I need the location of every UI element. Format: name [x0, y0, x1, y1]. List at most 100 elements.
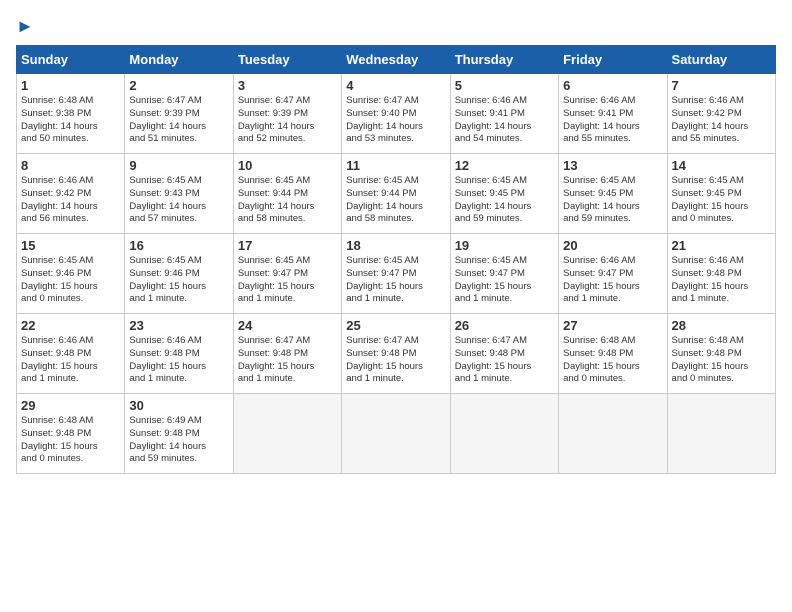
header-friday: Friday — [559, 46, 667, 74]
cell-details: Sunrise: 6:48 AM Sunset: 9:38 PM Dayligh… — [21, 95, 120, 146]
day-number: 23 — [129, 318, 228, 333]
calendar-cell — [233, 394, 341, 474]
day-number: 27 — [563, 318, 662, 333]
day-number: 18 — [346, 238, 445, 253]
header-row: SundayMondayTuesdayWednesdayThursdayFrid… — [17, 46, 776, 74]
cell-details: Sunrise: 6:45 AM Sunset: 9:47 PM Dayligh… — [238, 255, 337, 306]
cell-details: Sunrise: 6:47 AM Sunset: 9:48 PM Dayligh… — [238, 335, 337, 386]
day-number: 25 — [346, 318, 445, 333]
calendar-cell: 17 Sunrise: 6:45 AM Sunset: 9:47 PM Dayli… — [233, 234, 341, 314]
cell-details: Sunrise: 6:46 AM Sunset: 9:42 PM Dayligh… — [21, 175, 120, 226]
calendar-cell: 4 Sunrise: 6:47 AM Sunset: 9:40 PM Daylig… — [342, 74, 450, 154]
cell-details: Sunrise: 6:46 AM Sunset: 9:48 PM Dayligh… — [129, 335, 228, 386]
day-number: 4 — [346, 78, 445, 93]
week-row-3: 22 Sunrise: 6:46 AM Sunset: 9:48 PM Dayli… — [17, 314, 776, 394]
day-number: 20 — [563, 238, 662, 253]
calendar-cell: 26 Sunrise: 6:47 AM Sunset: 9:48 PM Dayli… — [450, 314, 558, 394]
page-header: ► — [16, 16, 776, 37]
cell-details: Sunrise: 6:45 AM Sunset: 9:46 PM Dayligh… — [129, 255, 228, 306]
calendar-cell: 16 Sunrise: 6:45 AM Sunset: 9:46 PM Dayli… — [125, 234, 233, 314]
week-row-4: 29 Sunrise: 6:48 AM Sunset: 9:48 PM Dayli… — [17, 394, 776, 474]
cell-details: Sunrise: 6:45 AM Sunset: 9:44 PM Dayligh… — [346, 175, 445, 226]
calendar-cell: 10Sunrise: 6:45 AM Sunset: 9:44 PM Dayli… — [233, 154, 341, 234]
calendar-body: 1 Sunrise: 6:48 AM Sunset: 9:38 PM Daylig… — [17, 74, 776, 474]
cell-details: Sunrise: 6:46 AM Sunset: 9:48 PM Dayligh… — [21, 335, 120, 386]
header-saturday: Saturday — [667, 46, 775, 74]
header-sunday: Sunday — [17, 46, 125, 74]
day-number: 14 — [672, 158, 771, 173]
cell-details: Sunrise: 6:45 AM Sunset: 9:47 PM Dayligh… — [346, 255, 445, 306]
calendar-cell: 1 Sunrise: 6:48 AM Sunset: 9:38 PM Daylig… — [17, 74, 125, 154]
day-number: 26 — [455, 318, 554, 333]
header-thursday: Thursday — [450, 46, 558, 74]
day-number: 29 — [21, 398, 120, 413]
day-number: 17 — [238, 238, 337, 253]
cell-details: Sunrise: 6:45 AM Sunset: 9:45 PM Dayligh… — [455, 175, 554, 226]
cell-details: Sunrise: 6:46 AM Sunset: 9:41 PM Dayligh… — [563, 95, 662, 146]
cell-details: Sunrise: 6:48 AM Sunset: 9:48 PM Dayligh… — [21, 415, 120, 466]
calendar-cell: 6 Sunrise: 6:46 AM Sunset: 9:41 PM Daylig… — [559, 74, 667, 154]
calendar-cell: 18 Sunrise: 6:45 AM Sunset: 9:47 PM Dayli… — [342, 234, 450, 314]
day-number: 8 — [21, 158, 120, 173]
day-number: 15 — [21, 238, 120, 253]
calendar-cell: 27 Sunrise: 6:48 AM Sunset: 9:48 PM Dayli… — [559, 314, 667, 394]
cell-details: Sunrise: 6:46 AM Sunset: 9:48 PM Dayligh… — [672, 255, 771, 306]
cell-details: Sunrise: 6:47 AM Sunset: 9:48 PM Dayligh… — [346, 335, 445, 386]
cell-details: Sunrise: 6:46 AM Sunset: 9:47 PM Dayligh… — [563, 255, 662, 306]
header-wednesday: Wednesday — [342, 46, 450, 74]
calendar-cell — [559, 394, 667, 474]
day-number: 22 — [21, 318, 120, 333]
calendar-cell — [342, 394, 450, 474]
cell-details: Sunrise: 6:46 AM Sunset: 9:41 PM Dayligh… — [455, 95, 554, 146]
cell-details: Sunrise: 6:47 AM Sunset: 9:40 PM Dayligh… — [346, 95, 445, 146]
calendar-cell: 30Sunrise: 6:49 AM Sunset: 9:48 PM Dayli… — [125, 394, 233, 474]
calendar-cell: 25 Sunrise: 6:47 AM Sunset: 9:48 PM Dayli… — [342, 314, 450, 394]
calendar-cell: 15 Sunrise: 6:45 AM Sunset: 9:46 PM Dayli… — [17, 234, 125, 314]
cell-details: Sunrise: 6:45 AM Sunset: 9:46 PM Dayligh… — [21, 255, 120, 306]
cell-details: Sunrise: 6:48 AM Sunset: 9:48 PM Dayligh… — [672, 335, 771, 386]
calendar-cell: 21 Sunrise: 6:46 AM Sunset: 9:48 PM Dayli… — [667, 234, 775, 314]
day-number: 16 — [129, 238, 228, 253]
calendar-cell: 14 Sunrise: 6:45 AM Sunset: 9:45 PM Dayli… — [667, 154, 775, 234]
calendar-cell — [667, 394, 775, 474]
cell-details: Sunrise: 6:47 AM Sunset: 9:39 PM Dayligh… — [238, 95, 337, 146]
calendar-cell: 13Sunrise: 6:45 AM Sunset: 9:45 PM Dayli… — [559, 154, 667, 234]
cell-details: Sunrise: 6:47 AM Sunset: 9:48 PM Dayligh… — [455, 335, 554, 386]
calendar-cell — [450, 394, 558, 474]
calendar-cell: 11 Sunrise: 6:45 AM Sunset: 9:44 PM Dayli… — [342, 154, 450, 234]
header-monday: Monday — [125, 46, 233, 74]
day-number: 13 — [563, 158, 662, 173]
day-number: 11 — [346, 158, 445, 173]
day-number: 9 — [129, 158, 228, 173]
day-number: 1 — [21, 78, 120, 93]
day-number: 2 — [129, 78, 228, 93]
cell-details: Sunrise: 6:47 AM Sunset: 9:39 PM Dayligh… — [129, 95, 228, 146]
calendar-cell: 19Sunrise: 6:45 AM Sunset: 9:47 PM Dayli… — [450, 234, 558, 314]
day-number: 6 — [563, 78, 662, 93]
day-number: 30 — [129, 398, 228, 413]
logo: ► — [16, 16, 34, 37]
calendar-cell: 7Sunrise: 6:46 AM Sunset: 9:42 PM Daylig… — [667, 74, 775, 154]
calendar-cell: 20 Sunrise: 6:46 AM Sunset: 9:47 PM Dayli… — [559, 234, 667, 314]
day-number: 21 — [672, 238, 771, 253]
cell-details: Sunrise: 6:46 AM Sunset: 9:42 PM Dayligh… — [672, 95, 771, 146]
day-number: 12 — [455, 158, 554, 173]
cell-details: Sunrise: 6:45 AM Sunset: 9:43 PM Dayligh… — [129, 175, 228, 226]
week-row-2: 15 Sunrise: 6:45 AM Sunset: 9:46 PM Dayli… — [17, 234, 776, 314]
calendar-header: SundayMondayTuesdayWednesdayThursdayFrid… — [17, 46, 776, 74]
cell-details: Sunrise: 6:45 AM Sunset: 9:44 PM Dayligh… — [238, 175, 337, 226]
day-number: 28 — [672, 318, 771, 333]
day-number: 19 — [455, 238, 554, 253]
calendar-cell: 9 Sunrise: 6:45 AM Sunset: 9:43 PM Daylig… — [125, 154, 233, 234]
calendar-table: SundayMondayTuesdayWednesdayThursdayFrid… — [16, 45, 776, 474]
calendar-cell: 23 Sunrise: 6:46 AM Sunset: 9:48 PM Dayli… — [125, 314, 233, 394]
cell-details: Sunrise: 6:45 AM Sunset: 9:45 PM Dayligh… — [672, 175, 771, 226]
calendar-cell: 3 Sunrise: 6:47 AM Sunset: 9:39 PM Daylig… — [233, 74, 341, 154]
week-row-0: 1 Sunrise: 6:48 AM Sunset: 9:38 PM Daylig… — [17, 74, 776, 154]
calendar-cell: 24Sunrise: 6:47 AM Sunset: 9:48 PM Dayli… — [233, 314, 341, 394]
day-number: 3 — [238, 78, 337, 93]
cell-details: Sunrise: 6:48 AM Sunset: 9:48 PM Dayligh… — [563, 335, 662, 386]
header-tuesday: Tuesday — [233, 46, 341, 74]
calendar-cell: 28 Sunrise: 6:48 AM Sunset: 9:48 PM Dayli… — [667, 314, 775, 394]
day-number: 5 — [455, 78, 554, 93]
